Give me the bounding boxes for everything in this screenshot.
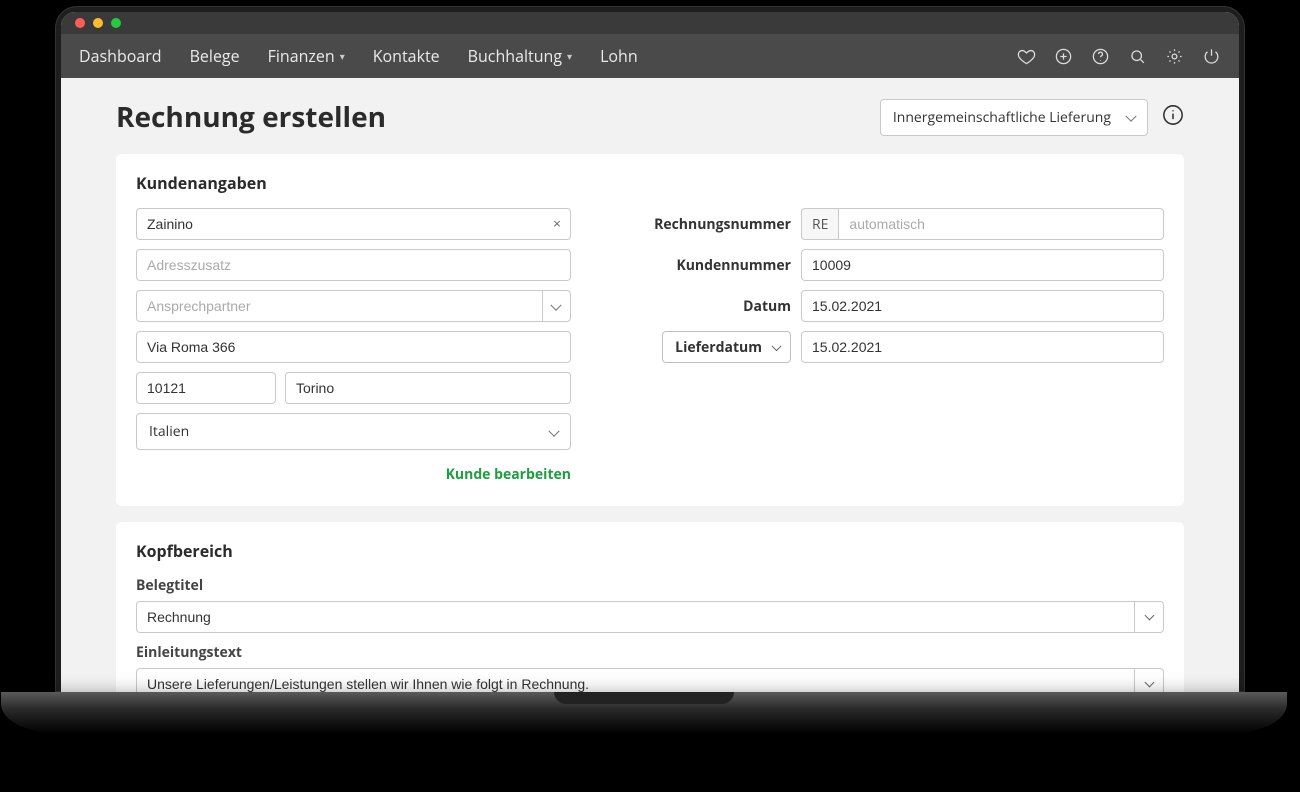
nav-label: Kontakte bbox=[373, 45, 440, 67]
contact-person-input[interactable] bbox=[136, 290, 543, 322]
intro-text-input[interactable] bbox=[136, 668, 1164, 692]
minimize-window-icon[interactable] bbox=[93, 18, 103, 28]
window-titlebar bbox=[61, 12, 1239, 34]
chevron-down-icon: ▾ bbox=[567, 49, 572, 63]
delivery-date-type-select[interactable]: Lieferdatum bbox=[662, 331, 791, 363]
maximize-window-icon[interactable] bbox=[111, 18, 121, 28]
doc-title-label: Belegtitel bbox=[136, 576, 1164, 595]
delivery-type-label: Innergemeinschaftliche Lieferung bbox=[893, 108, 1111, 127]
intro-text-dropdown-button[interactable] bbox=[1134, 668, 1164, 692]
intro-text-label: Einleitungstext bbox=[136, 643, 1164, 662]
nav-label: Finanzen bbox=[268, 45, 335, 67]
clear-icon[interactable]: × bbox=[553, 215, 561, 234]
search-icon[interactable] bbox=[1128, 47, 1147, 66]
invoice-number-prefix: RE bbox=[801, 208, 838, 240]
customer-card: Kundenangaben × bbox=[116, 154, 1184, 506]
nav-label: Buchhaltung bbox=[468, 45, 562, 67]
plus-circle-icon[interactable] bbox=[1054, 47, 1073, 66]
city-input[interactable] bbox=[285, 372, 571, 404]
country-label: Italien bbox=[149, 422, 189, 441]
doc-title-input[interactable] bbox=[136, 601, 1164, 633]
invoice-number-label: Rechnungsnummer bbox=[631, 215, 791, 234]
customer-number-label: Kundennummer bbox=[631, 256, 791, 275]
header-card: Kopfbereich Belegtitel Einleitungstext bbox=[116, 522, 1184, 692]
postal-input[interactable] bbox=[136, 372, 276, 404]
help-icon[interactable] bbox=[1091, 47, 1110, 66]
delivery-date-type-label: Lieferdatum bbox=[675, 338, 762, 357]
header-section-title: Kopfbereich bbox=[136, 540, 1164, 562]
street-input[interactable] bbox=[136, 331, 571, 363]
doc-title-dropdown-button[interactable] bbox=[1134, 601, 1164, 633]
main-nav: Dashboard Belege Finanzen ▾ Kontakte Buch… bbox=[61, 34, 1239, 78]
nav-label: Belege bbox=[190, 45, 240, 67]
customer-name-input[interactable] bbox=[136, 208, 571, 240]
invoice-number-input[interactable] bbox=[838, 208, 1164, 240]
edit-customer-link[interactable]: Kunde bearbeiten bbox=[136, 465, 571, 484]
country-select[interactable]: Italien bbox=[136, 413, 571, 450]
info-icon[interactable] bbox=[1162, 104, 1184, 131]
gear-icon[interactable] bbox=[1165, 47, 1184, 66]
contact-dropdown-button[interactable] bbox=[543, 290, 571, 322]
delivery-date-input[interactable] bbox=[801, 331, 1164, 363]
chevron-down-icon: ▾ bbox=[340, 49, 345, 63]
nav-label: Lohn bbox=[600, 45, 638, 67]
nav-kontakte[interactable]: Kontakte bbox=[373, 45, 440, 67]
nav-lohn[interactable]: Lohn bbox=[600, 45, 638, 67]
power-icon[interactable] bbox=[1202, 47, 1221, 66]
customer-section-title: Kundenangaben bbox=[136, 172, 1164, 194]
nav-finanzen[interactable]: Finanzen ▾ bbox=[268, 45, 345, 67]
nav-dashboard[interactable]: Dashboard bbox=[79, 45, 162, 67]
date-input[interactable] bbox=[801, 290, 1164, 322]
page-content: Rechnung erstellen Innergemeinschaftlich… bbox=[61, 78, 1239, 692]
heart-icon[interactable] bbox=[1017, 47, 1036, 66]
page-title: Rechnung erstellen bbox=[116, 98, 386, 136]
customer-number-input[interactable] bbox=[801, 249, 1164, 281]
delivery-type-select[interactable]: Innergemeinschaftliche Lieferung bbox=[880, 99, 1148, 136]
nav-label: Dashboard bbox=[79, 45, 162, 67]
date-label: Datum bbox=[631, 297, 791, 316]
address-suffix-input[interactable] bbox=[136, 249, 571, 281]
nav-buchhaltung[interactable]: Buchhaltung ▾ bbox=[468, 45, 572, 67]
close-window-icon[interactable] bbox=[75, 18, 85, 28]
nav-belege[interactable]: Belege bbox=[190, 45, 240, 67]
